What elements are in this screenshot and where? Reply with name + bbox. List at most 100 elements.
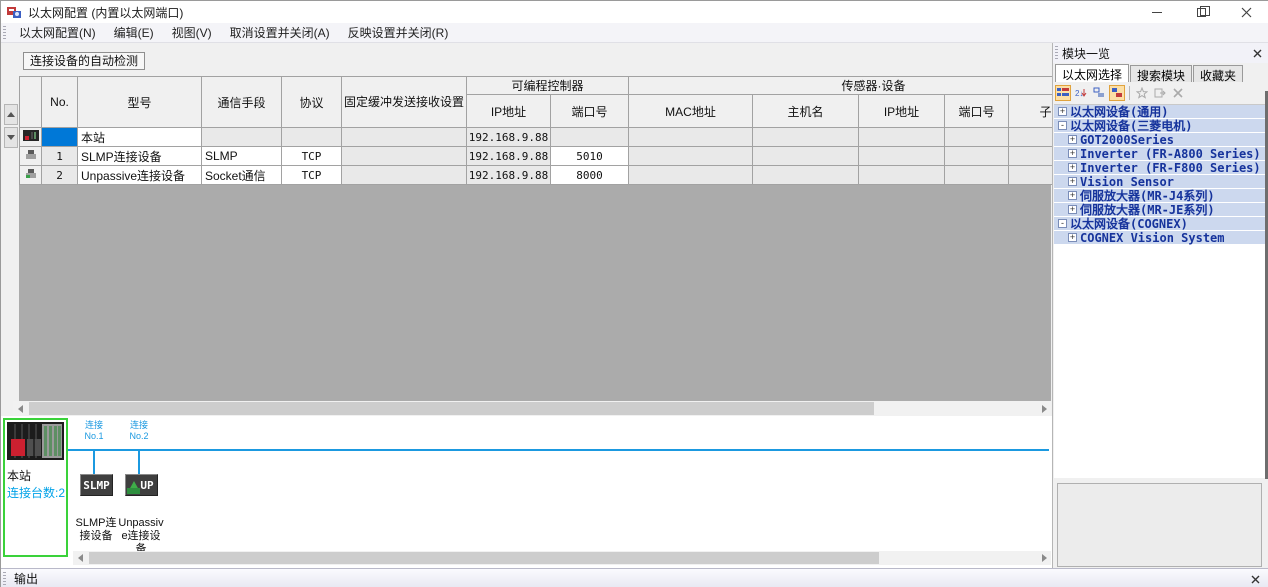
cell-hostname[interactable] [753, 166, 859, 185]
scroll-left-icon[interactable] [13, 401, 27, 416]
connection1-drop-line [93, 451, 95, 474]
output-close-button[interactable] [1249, 573, 1261, 585]
scrollbar-track[interactable] [87, 551, 1037, 565]
cell-sensor-port[interactable] [945, 166, 1009, 185]
module-panel-title: 模块一览 [1062, 45, 1110, 62]
cell-fixed-buffer[interactable] [342, 128, 467, 147]
minimize-button[interactable] [1134, 1, 1179, 23]
cell-no[interactable]: 2 [42, 166, 78, 185]
connection2-label: 连接No.2 [122, 420, 156, 442]
close-button[interactable] [1224, 1, 1268, 23]
cell-protocol[interactable] [282, 128, 342, 147]
icon-column-header [20, 77, 42, 128]
tree-item-inverter-a800[interactable]: +Inverter (FR-A800 Series) [1054, 147, 1265, 160]
diagram-horizontal-scrollbar[interactable] [73, 551, 1051, 565]
col-protocol: 协议 [282, 77, 342, 128]
panel-grip [1055, 46, 1058, 60]
scrollbar-thumb[interactable] [29, 402, 874, 415]
cell-plc-port[interactable]: 8000 [551, 166, 629, 185]
group-sensor: 传感器·设备 [629, 77, 1119, 95]
col-sensor-ip: IP地址 [859, 95, 945, 128]
menu-edit[interactable]: 编辑(E) [105, 22, 163, 43]
sort-button[interactable]: 2↓ [1073, 85, 1089, 101]
cell-model[interactable]: Unpassive连接设备 [78, 166, 202, 185]
close-icon [1251, 575, 1260, 584]
tab-favorites[interactable]: 收藏夹 [1193, 65, 1243, 82]
cell-fixed-buffer[interactable] [342, 147, 467, 166]
cell-mac[interactable] [629, 147, 753, 166]
cell-hostname[interactable] [753, 147, 859, 166]
cell-comm[interactable] [202, 128, 282, 147]
table-row-2[interactable]: 2 Unpassive连接设备 Socket通信 TCP 192.168.9.8… [20, 166, 1119, 185]
table-row-1[interactable]: 1 SLMP连接设备 SLMP TCP 192.168.9.88 5010 [20, 147, 1119, 166]
auto-detect-button[interactable]: 连接设备的自动检测 [23, 52, 145, 70]
tree-item-got2000[interactable]: +GOT2000Series [1054, 133, 1265, 146]
cell-protocol[interactable]: TCP [282, 166, 342, 185]
col-no: No. [42, 77, 78, 128]
menu-view[interactable]: 视图(V) [163, 22, 221, 43]
tab-search-module[interactable]: 搜索模块 [1130, 65, 1192, 82]
host-station-box[interactable]: 本站 连接台数:2 [3, 418, 68, 557]
cell-no[interactable]: 1 [42, 147, 78, 166]
cell-comm[interactable]: Socket通信 [202, 166, 282, 185]
cell-plc-port[interactable]: 5010 [551, 147, 629, 166]
ethernet-line [68, 449, 1049, 451]
expand-icon[interactable]: + [1068, 163, 1077, 172]
table-horizontal-scrollbar[interactable] [13, 401, 1051, 416]
expand-icon[interactable]: + [1068, 205, 1077, 214]
tree-item-cognex-vision[interactable]: +COGNEX Vision System [1054, 231, 1265, 244]
cell-hostname[interactable] [753, 128, 859, 147]
cell-fixed-buffer[interactable] [342, 166, 467, 185]
tree-item-inverter-f800[interactable]: +Inverter (FR-F800 Series) [1054, 161, 1265, 174]
tree-item-ethernet-mitsubishi[interactable]: -以太网设备(三菱电机) [1054, 119, 1265, 132]
down-arrow-icon [7, 135, 15, 140]
cell-no-selected[interactable] [42, 128, 78, 147]
cell-sensor-ip[interactable] [859, 147, 945, 166]
col-model: 型号 [78, 77, 202, 128]
cell-plc-ip[interactable]: 192.168.9.88 [467, 147, 551, 166]
cell-plc-ip[interactable]: 192.168.9.88 [467, 128, 551, 147]
cell-mac[interactable] [629, 166, 753, 185]
collapse-tree-button[interactable] [1091, 85, 1107, 101]
expand-icon[interactable]: + [1068, 177, 1077, 186]
scroll-right-icon[interactable] [1037, 551, 1051, 565]
row-move-up-button[interactable] [4, 104, 18, 125]
connection1-label: 连接No.1 [77, 420, 111, 442]
expand-tree-button[interactable] [1109, 85, 1125, 101]
expand-icon[interactable]: + [1068, 149, 1077, 158]
table-row-host[interactable]: 本站 192.168.9.88 [20, 128, 1119, 147]
cell-sensor-port[interactable] [945, 128, 1009, 147]
menu-apply-close[interactable]: 反映设置并关闭(R) [339, 22, 458, 43]
list-view-button[interactable] [1055, 85, 1071, 101]
panel-close-button[interactable] [1251, 47, 1263, 59]
cell-model[interactable]: 本站 [78, 128, 202, 147]
collapse-icon[interactable]: - [1058, 121, 1067, 130]
scrollbar-track[interactable] [27, 401, 1037, 416]
cell-model[interactable]: SLMP连接设备 [78, 147, 202, 166]
expand-icon[interactable]: + [1068, 135, 1077, 144]
expand-icon[interactable]: + [1068, 191, 1077, 200]
restore-button[interactable] [1179, 1, 1224, 23]
collapse-icon[interactable]: - [1058, 219, 1067, 228]
cell-protocol[interactable]: TCP [282, 147, 342, 166]
scroll-left-icon[interactable] [73, 551, 87, 565]
slmp-device-node[interactable]: SLMP [80, 474, 113, 496]
cell-plc-port[interactable] [551, 128, 629, 147]
expand-icon[interactable]: + [1068, 233, 1077, 242]
cell-sensor-ip[interactable] [859, 128, 945, 147]
menu-cancel-close[interactable]: 取消设置并关闭(A) [221, 22, 339, 43]
scroll-right-icon[interactable] [1037, 401, 1051, 416]
cell-mac[interactable] [629, 128, 753, 147]
row-move-down-button[interactable] [4, 127, 18, 148]
expand-icon[interactable]: + [1058, 107, 1067, 116]
scrollbar-thumb[interactable] [89, 552, 879, 564]
tab-ethernet-select[interactable]: 以太网选择 [1055, 64, 1129, 82]
cell-comm[interactable]: SLMP [202, 147, 282, 166]
cell-sensor-ip[interactable] [859, 166, 945, 185]
group-plc: 可编程控制器 [467, 77, 629, 95]
cell-sensor-port[interactable] [945, 147, 1009, 166]
menu-ethernet-config[interactable]: 以太网配置(N) [10, 22, 105, 43]
unpassive-device-node[interactable]: UP [125, 474, 158, 496]
tree-item-ethernet-cognex[interactable]: -以太网设备(COGNEX) [1054, 217, 1265, 230]
cell-plc-ip[interactable]: 192.168.9.88 [467, 166, 551, 185]
